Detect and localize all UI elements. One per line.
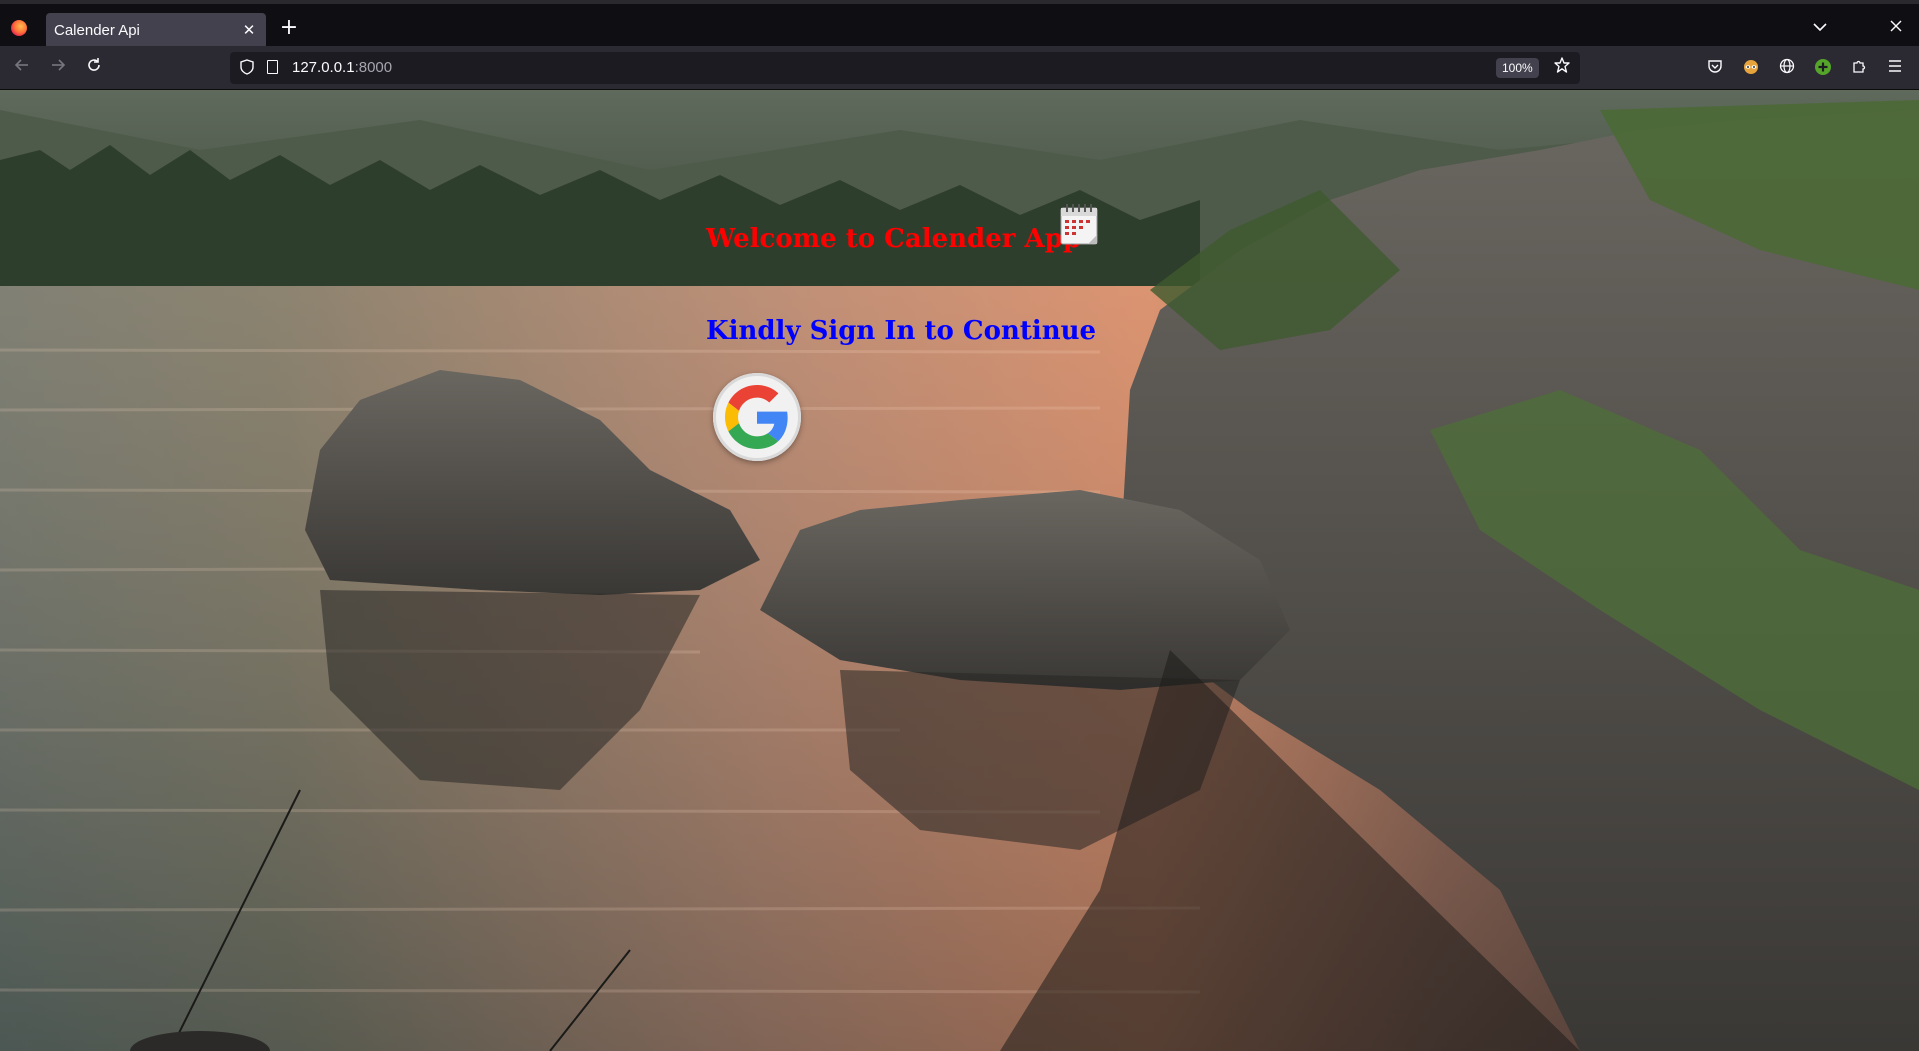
welcome-heading: Welcome to Calender App: [706, 224, 1082, 254]
calendar-icon: [1060, 204, 1098, 245]
signin-prompt: Kindly Sign In to Continue: [706, 316, 1097, 346]
bookmark-star-icon[interactable]: [1553, 56, 1571, 79]
page-info-icon[interactable]: [267, 60, 278, 74]
close-tab-icon[interactable]: ✕: [238, 19, 260, 41]
list-all-tabs-icon[interactable]: [1813, 20, 1827, 36]
hamburger-menu-icon[interactable]: [1885, 58, 1905, 78]
navigation-toolbar: 127.0.0.1:8000 100%: [0, 46, 1919, 90]
forward-arrow-icon[interactable]: [46, 56, 70, 80]
pocket-icon[interactable]: [1705, 58, 1725, 78]
url-bar[interactable]: 127.0.0.1:8000 100%: [230, 52, 1580, 84]
globe-icon[interactable]: [1777, 58, 1797, 78]
google-signin-button[interactable]: [713, 373, 801, 461]
page-viewport: Welcome to Calender App Kindly Sign In t…: [0, 90, 1919, 1051]
tab-bar: Calender Api ✕ +: [0, 0, 1919, 49]
zoom-level-badge[interactable]: 100%: [1496, 58, 1539, 78]
url-port: :8000: [354, 59, 393, 76]
extensions-puzzle-icon[interactable]: [1849, 58, 1869, 78]
tab-calender-api[interactable]: Calender Api ✕: [46, 13, 266, 49]
new-tab-button[interactable]: +: [277, 17, 301, 41]
tab-title: Calender Api: [54, 22, 140, 39]
url-host: 127.0.0.1: [292, 59, 355, 76]
extension-mask-icon[interactable]: [1741, 58, 1761, 78]
reload-icon[interactable]: [82, 56, 106, 80]
google-g-icon: [725, 385, 788, 449]
back-arrow-icon[interactable]: [10, 56, 34, 80]
green-plus-extension-icon[interactable]: [1813, 58, 1833, 78]
url-text[interactable]: 127.0.0.1:8000: [292, 59, 392, 76]
window-close-icon[interactable]: [1890, 17, 1902, 37]
firefox-logo-icon[interactable]: [11, 20, 27, 36]
tracking-protection-shield-icon[interactable]: [240, 59, 254, 75]
